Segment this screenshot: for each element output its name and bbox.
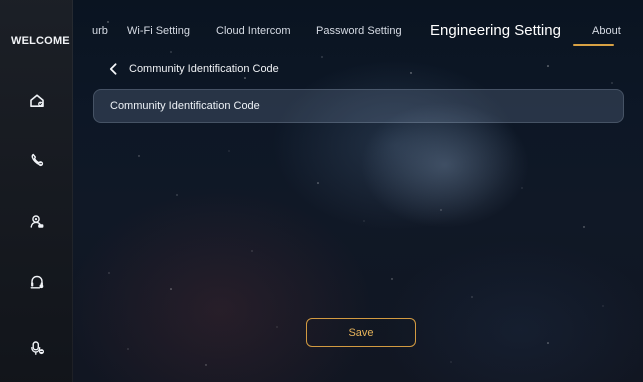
camera-user-icon	[28, 213, 46, 231]
top-tabs: urb Wi-Fi Setting Cloud Intercom Passwor…	[92, 0, 643, 46]
chevron-left-icon	[109, 63, 117, 75]
save-button[interactable]: Save	[306, 318, 416, 347]
screen: WELCOME urb Wi-Fi Setting Cloud Intercom…	[0, 0, 643, 382]
back-button[interactable]	[107, 62, 119, 76]
tab-wifi-setting[interactable]: Wi-Fi Setting	[127, 25, 190, 37]
microphone-icon	[28, 339, 46, 357]
sidebar-item-call[interactable]	[28, 151, 46, 169]
tab-cloud-intercom[interactable]: Cloud Intercom	[216, 25, 291, 37]
tab-password-setting[interactable]: Password Setting	[316, 25, 402, 37]
tab-engineering-setting[interactable]: Engineering Setting	[430, 22, 561, 39]
page-title: Community Identification Code	[129, 63, 279, 75]
call-icon	[28, 151, 46, 169]
sidebar-item-home[interactable]	[28, 92, 46, 110]
page-header: Community Identification Code	[107, 60, 279, 78]
headset-icon	[28, 273, 46, 291]
home-icon	[28, 92, 46, 110]
active-tab-indicator	[573, 44, 614, 46]
sidebar: WELCOME	[0, 0, 73, 382]
save-button-label: Save	[348, 326, 374, 339]
sidebar-item-support[interactable]	[28, 273, 46, 291]
tab-urb[interactable]: urb	[92, 25, 108, 37]
community-identification-code-placeholder: Community Identification Code	[110, 100, 260, 112]
sidebar-welcome-label: WELCOME	[11, 35, 70, 47]
sidebar-item-voice[interactable]	[28, 339, 46, 357]
community-identification-code-field[interactable]: Community Identification Code	[93, 89, 624, 123]
tab-about[interactable]: About	[592, 25, 621, 37]
sidebar-item-monitor[interactable]	[28, 213, 46, 231]
